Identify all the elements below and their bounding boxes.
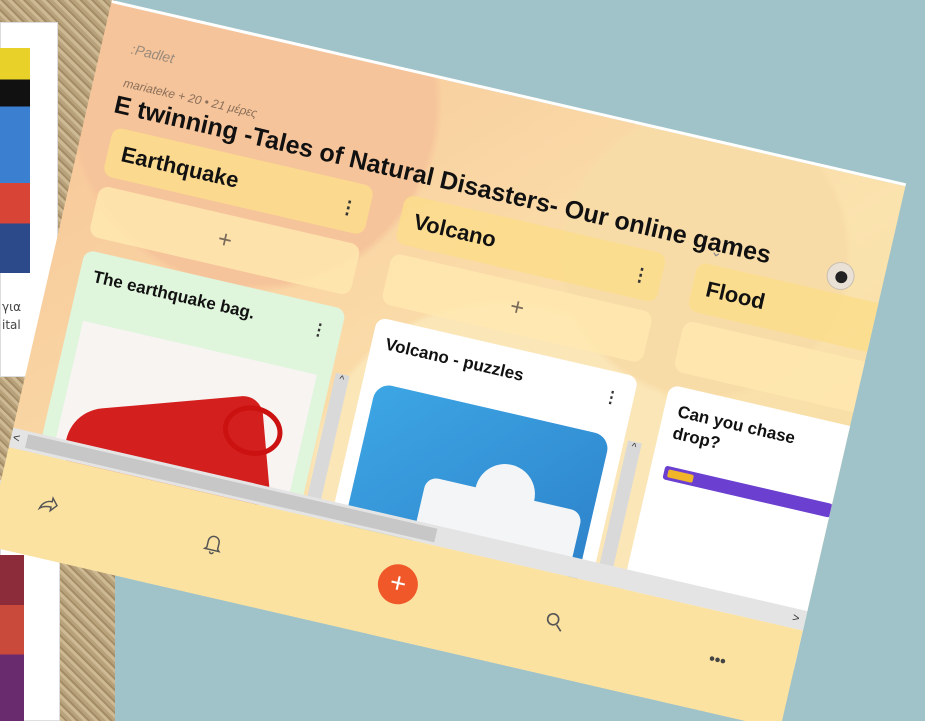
- add-post-fab[interactable]: +: [373, 560, 422, 609]
- column-menu-icon[interactable]: ⋮: [337, 196, 359, 221]
- column-menu-icon[interactable]: ⋮: [629, 263, 652, 288]
- avatar[interactable]: [823, 259, 858, 293]
- left-page-text-1: για: [2, 300, 22, 314]
- more-options-icon[interactable]: •••: [707, 650, 727, 671]
- scroll-right-arrow[interactable]: >: [791, 610, 801, 625]
- scroll-left-arrow[interactable]: <: [12, 430, 22, 445]
- share-icon[interactable]: [33, 491, 61, 523]
- bell-icon[interactable]: [199, 530, 227, 564]
- left-page-thumbnail: [0, 48, 30, 273]
- scroll-up-arrow[interactable]: ^: [626, 440, 642, 454]
- padlet-logo: :Padlet: [129, 40, 176, 67]
- left-page-thumbnail-2: [0, 555, 24, 721]
- padlet-screen: :Padlet mariateke + 20 • 21 μέρες E twin…: [0, 0, 907, 721]
- left-page-text-2: ital: [2, 318, 21, 332]
- search-icon[interactable]: [540, 608, 568, 640]
- scroll-up-arrow[interactable]: ^: [333, 373, 349, 387]
